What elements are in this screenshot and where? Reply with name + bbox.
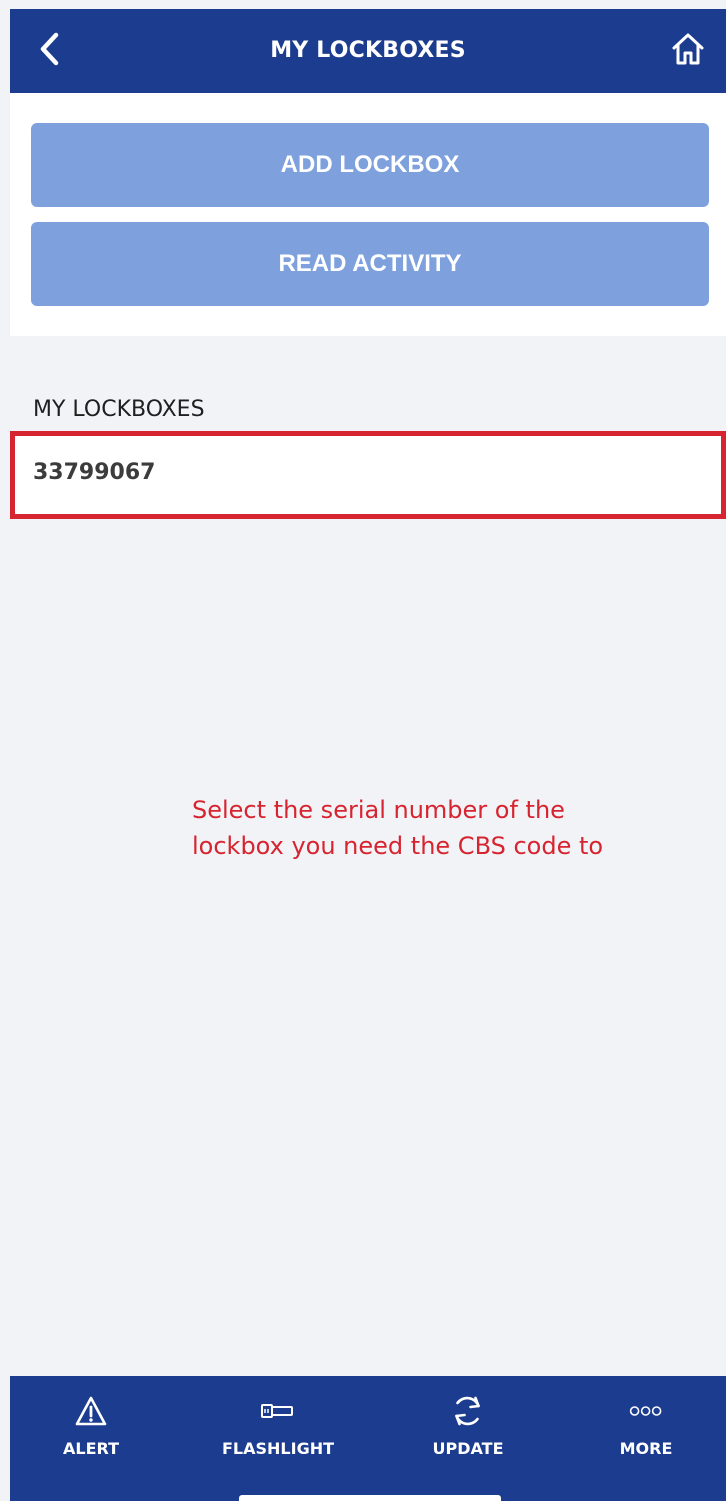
nav-label-alert: ALERT <box>62 1439 120 1458</box>
nav-label-update: UPDATE <box>432 1439 504 1458</box>
add-lockbox-button[interactable]: ADD LOCKBOX <box>31 123 709 207</box>
alert-icon <box>71 1394 111 1428</box>
lockbox-list-item[interactable]: 33799067 <box>10 431 726 519</box>
actions-panel: ADD LOCKBOX READ ACTIVITY <box>10 93 726 336</box>
page-title: MY LOCKBOXES <box>270 38 466 63</box>
home-button[interactable] <box>668 31 708 71</box>
bottom-nav: ALERT FLASHLIGHT UPDATE MORE <box>10 1376 726 1501</box>
home-icon <box>669 30 707 72</box>
nav-item-alert[interactable]: ALERT <box>63 1394 119 1458</box>
home-indicator <box>239 1495 501 1501</box>
top-bar: MY LOCKBOXES <box>10 9 726 93</box>
lockboxes-section-label: MY LOCKBOXES <box>33 397 205 422</box>
nav-item-more[interactable]: MORE <box>619 1394 673 1458</box>
update-icon <box>448 1394 488 1428</box>
nav-label-more: MORE <box>619 1439 673 1458</box>
instruction-annotation: Select the serial number of the lockbox … <box>192 796 604 860</box>
nav-label-flashlight: FLASHLIGHT <box>221 1439 335 1458</box>
lockbox-serial: 33799067 <box>33 460 156 485</box>
read-activity-button[interactable]: READ ACTIVITY <box>31 222 709 306</box>
nav-item-flashlight[interactable]: FLASHLIGHT <box>222 1394 334 1458</box>
more-icon <box>626 1394 666 1428</box>
flashlight-icon <box>258 1394 298 1428</box>
nav-item-update[interactable]: UPDATE <box>432 1394 504 1458</box>
